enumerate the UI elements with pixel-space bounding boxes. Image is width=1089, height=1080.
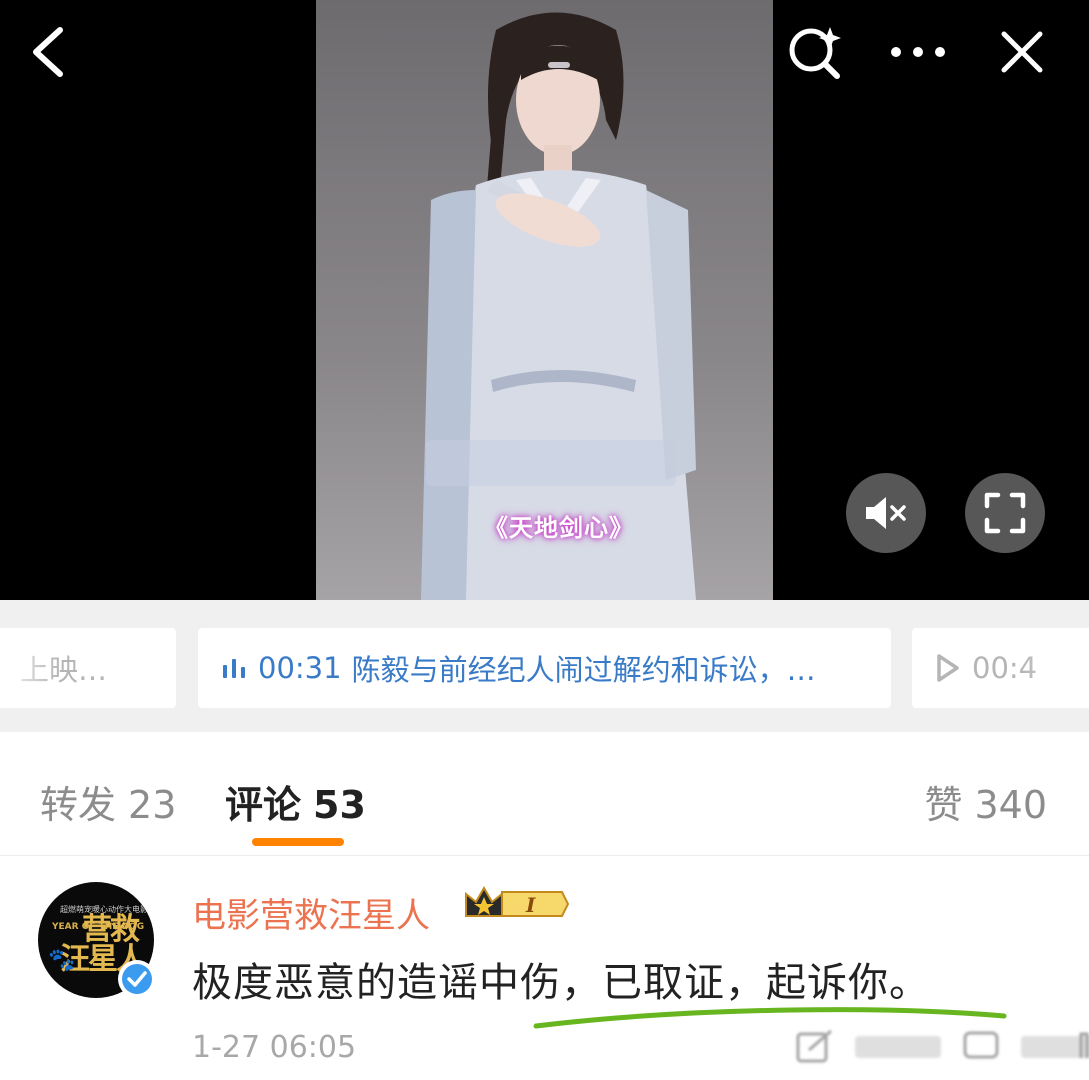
- video-frame[interactable]: 《天地剑心》: [316, 0, 773, 600]
- fullscreen-icon: [984, 492, 1026, 534]
- paw-icon: 🐾: [48, 948, 76, 973]
- play-icon: [936, 654, 960, 682]
- chapter-strip[interactable]: 上映… 00:31 陈毅与前经纪人闹过解约和诉讼，… 00:4: [0, 600, 1089, 732]
- interaction-tabs: 转发 23 评论 53 赞 340: [0, 732, 1089, 856]
- chapter-active-label: 陈毅与前经纪人闹过解约和诉讼，…: [351, 653, 816, 687]
- ai-search-button[interactable]: [783, 20, 847, 84]
- comment-actions: [795, 1028, 1089, 1064]
- tab-repost[interactable]: 转发 23: [40, 774, 176, 829]
- like-icon[interactable]: [1019, 1028, 1089, 1064]
- video-caption: 《天地剑心》: [484, 514, 634, 542]
- level-badge-text: I: [525, 893, 536, 917]
- comment-item: 超燃萌宠暖心动作大电影 YEAR OF THE DOG 营救 汪星人 🐾 电影营…: [0, 856, 1089, 1080]
- crown-level-badge: I: [462, 884, 570, 928]
- verified-badge-icon: [118, 960, 156, 998]
- mute-button[interactable]: [846, 473, 926, 553]
- blurred-watermark-icon: [855, 1036, 941, 1058]
- tab-likes-count: 340: [974, 783, 1047, 827]
- fullscreen-button[interactable]: [965, 473, 1045, 553]
- video-player[interactable]: 《天地剑心》: [0, 0, 1089, 600]
- chevron-left-icon: [33, 27, 63, 77]
- close-icon: [1001, 31, 1043, 73]
- active-tab-indicator: [252, 838, 344, 846]
- more-button[interactable]: [886, 20, 950, 84]
- chapter-active[interactable]: 00:31 陈毅与前经纪人闹过解约和诉讼，…: [198, 628, 891, 708]
- comment-bubble-icon[interactable]: [961, 1028, 1001, 1064]
- tab-likes-label: 赞: [924, 783, 963, 827]
- ai-search-icon: [789, 27, 841, 79]
- speaker-muted-icon: [866, 497, 906, 529]
- tab-comments-label: 评论: [225, 783, 302, 827]
- tab-comments[interactable]: 评论 53: [225, 774, 366, 829]
- chapter-active-time: 00:31: [258, 651, 342, 685]
- tab-comments-count: 53: [313, 783, 366, 827]
- chapter-prev[interactable]: 上映…: [0, 628, 176, 708]
- tab-repost-label: 转发: [40, 783, 117, 827]
- back-button[interactable]: [16, 20, 80, 84]
- comment-text: 极度恶意的造谣中伤，已取证，起诉你。: [192, 960, 930, 1006]
- close-button[interactable]: [990, 20, 1054, 84]
- ellipsis-icon: [891, 47, 945, 57]
- share-icon[interactable]: [795, 1028, 835, 1064]
- tab-repost-count: 23: [128, 783, 177, 827]
- comment-username[interactable]: 电影营救汪星人: [192, 888, 430, 937]
- comment-timestamp: 1-27 06:05: [192, 1030, 357, 1065]
- tab-likes[interactable]: 赞 340: [924, 774, 1047, 829]
- audio-bars-icon: [222, 657, 246, 679]
- chapter-next[interactable]: 00:4: [912, 628, 1089, 708]
